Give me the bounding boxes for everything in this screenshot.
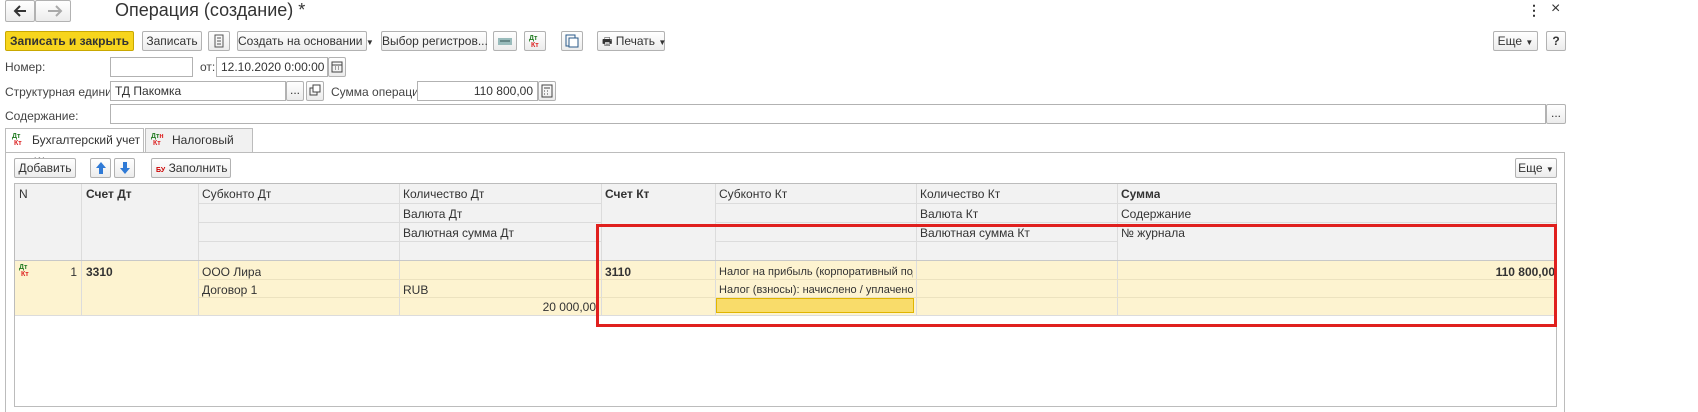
chevron-down-icon: ▼ (365, 38, 374, 47)
row-debit-currency[interactable]: RUB (403, 283, 428, 297)
ellipsis-icon: ... (289, 83, 300, 97)
header-divider (715, 222, 1556, 223)
register-selection-button[interactable]: Выбор регистров... (381, 31, 488, 51)
header-debit-currency[interactable]: Валюта Дт (403, 207, 462, 221)
tab-accounting[interactable]: Дт Кт Бухгалтерский учет (1) (5, 128, 144, 169)
col-divider (81, 184, 82, 315)
header-debit-account[interactable]: Счет Дт (86, 187, 132, 201)
header-credit-subconto[interactable]: Субконто Кт (719, 187, 787, 201)
header-sum[interactable]: Сумма (1121, 187, 1160, 201)
dt-kt-button[interactable]: Дт Кт (524, 31, 546, 51)
operation-sum-label: Сумма операции: (331, 85, 429, 99)
more-button[interactable]: Еще ▼ (1493, 31, 1538, 51)
header-divider (198, 203, 602, 204)
more-label: Еще (1497, 34, 1523, 48)
unit-open-button[interactable] (306, 81, 324, 101)
structure-icon (498, 38, 512, 45)
print-label: Печать (615, 34, 656, 48)
calculator-icon (541, 84, 553, 98)
fill-icon: БУ (156, 167, 166, 174)
dt-n-kt-icon: Дтн Кт (151, 133, 164, 147)
header-content[interactable]: Содержание (1121, 207, 1191, 221)
printer-icon: 🖶 (602, 36, 613, 48)
unit-select-button[interactable]: ... (286, 81, 304, 101)
arrow-down-icon (120, 162, 130, 174)
create-based-on-label: Создать на основании (238, 34, 363, 48)
number-field[interactable] (110, 57, 193, 77)
selection-highlight (596, 224, 1557, 327)
arrow-up-icon (96, 162, 106, 174)
date-field[interactable]: 12.10.2020 0:00:00 (216, 57, 328, 77)
header-credit-account[interactable]: Счет Кт (605, 187, 649, 201)
number-label: Номер: (5, 60, 46, 74)
help-button[interactable]: ? (1546, 31, 1566, 51)
page-title: Операция (создание) * (115, 0, 306, 20)
header-debit-subconto[interactable]: Субконто Дт (202, 187, 271, 201)
open-icon (309, 84, 321, 96)
header-credit-qty[interactable]: Количество Кт (920, 187, 1000, 201)
save-and-close-button[interactable]: Записать и закрыть (5, 31, 134, 51)
header-credit-currency[interactable]: Валюта Кт (920, 207, 978, 221)
close-icon[interactable]: × (1551, 0, 1560, 18)
date-label: от: (200, 60, 216, 74)
content-field[interactable] (110, 104, 1546, 124)
ellipsis-icon: ... (1550, 106, 1561, 120)
document-list-button[interactable] (208, 31, 230, 51)
calendar-button[interactable] (328, 57, 346, 77)
arrow-left-icon (13, 5, 26, 17)
header-divider (715, 203, 1556, 204)
content-label: Содержание: (5, 109, 79, 123)
content-select-button[interactable]: ... (1546, 104, 1566, 124)
chevron-down-icon: ▼ (658, 38, 667, 47)
move-down-button[interactable] (114, 158, 135, 178)
calendar-icon (331, 61, 343, 73)
row-debit-subconto2[interactable]: Договор 1 (202, 283, 257, 297)
calculator-button[interactable] (538, 81, 556, 101)
add-button[interactable]: Добавить (14, 158, 76, 178)
arrow-right-icon (48, 5, 63, 17)
table-more-label: Еще (1518, 161, 1543, 175)
header-divider (198, 222, 602, 223)
header-divider (198, 241, 602, 242)
report-icon (565, 34, 579, 48)
structure-button[interactable] (493, 31, 517, 51)
dt-kt-icon: Дт Кт (19, 264, 29, 278)
row-debit-subconto1[interactable]: ООО Лира (202, 265, 261, 279)
forward-button[interactable] (35, 0, 71, 22)
row-debit-account[interactable]: 3310 (86, 265, 113, 279)
dt-kt-icon: Дт Кт (12, 133, 22, 147)
back-button[interactable] (5, 0, 35, 22)
fill-label: Заполнить (168, 161, 228, 175)
tab-tax[interactable]: Дтн Кт Налоговый учет (145, 128, 253, 169)
create-based-on-button[interactable]: Создать на основании ▼ (237, 31, 374, 51)
move-up-button[interactable] (90, 158, 111, 178)
fill-button[interactable]: БУ Заполнить (151, 158, 231, 178)
chevron-down-icon: ▼ (1545, 165, 1554, 174)
dt-kt-icon: Дт Кт (529, 35, 539, 49)
chevron-down-icon: ▼ (1525, 38, 1534, 47)
header-n[interactable]: N (19, 187, 28, 201)
row-debit-cur-sum[interactable]: 20 000,00 (403, 300, 596, 314)
table-more-button[interactable]: Еще ▼ (1515, 158, 1557, 178)
operation-sum-field[interactable]: 110 800,00 (417, 81, 538, 101)
list-icon (214, 34, 224, 48)
print-button[interactable]: 🖶 Печать ▼ (597, 31, 667, 51)
more-actions-icon[interactable]: ⋮ (1527, 2, 1541, 19)
row-n: 1 (70, 265, 77, 279)
header-debit-qty[interactable]: Количество Дт (403, 187, 484, 201)
header-debit-cur-sum[interactable]: Валютная сумма Дт (403, 226, 514, 240)
report-button[interactable] (561, 31, 583, 51)
unit-field[interactable]: ТД Пакомка (110, 81, 286, 101)
save-button[interactable]: Записать (142, 31, 202, 51)
